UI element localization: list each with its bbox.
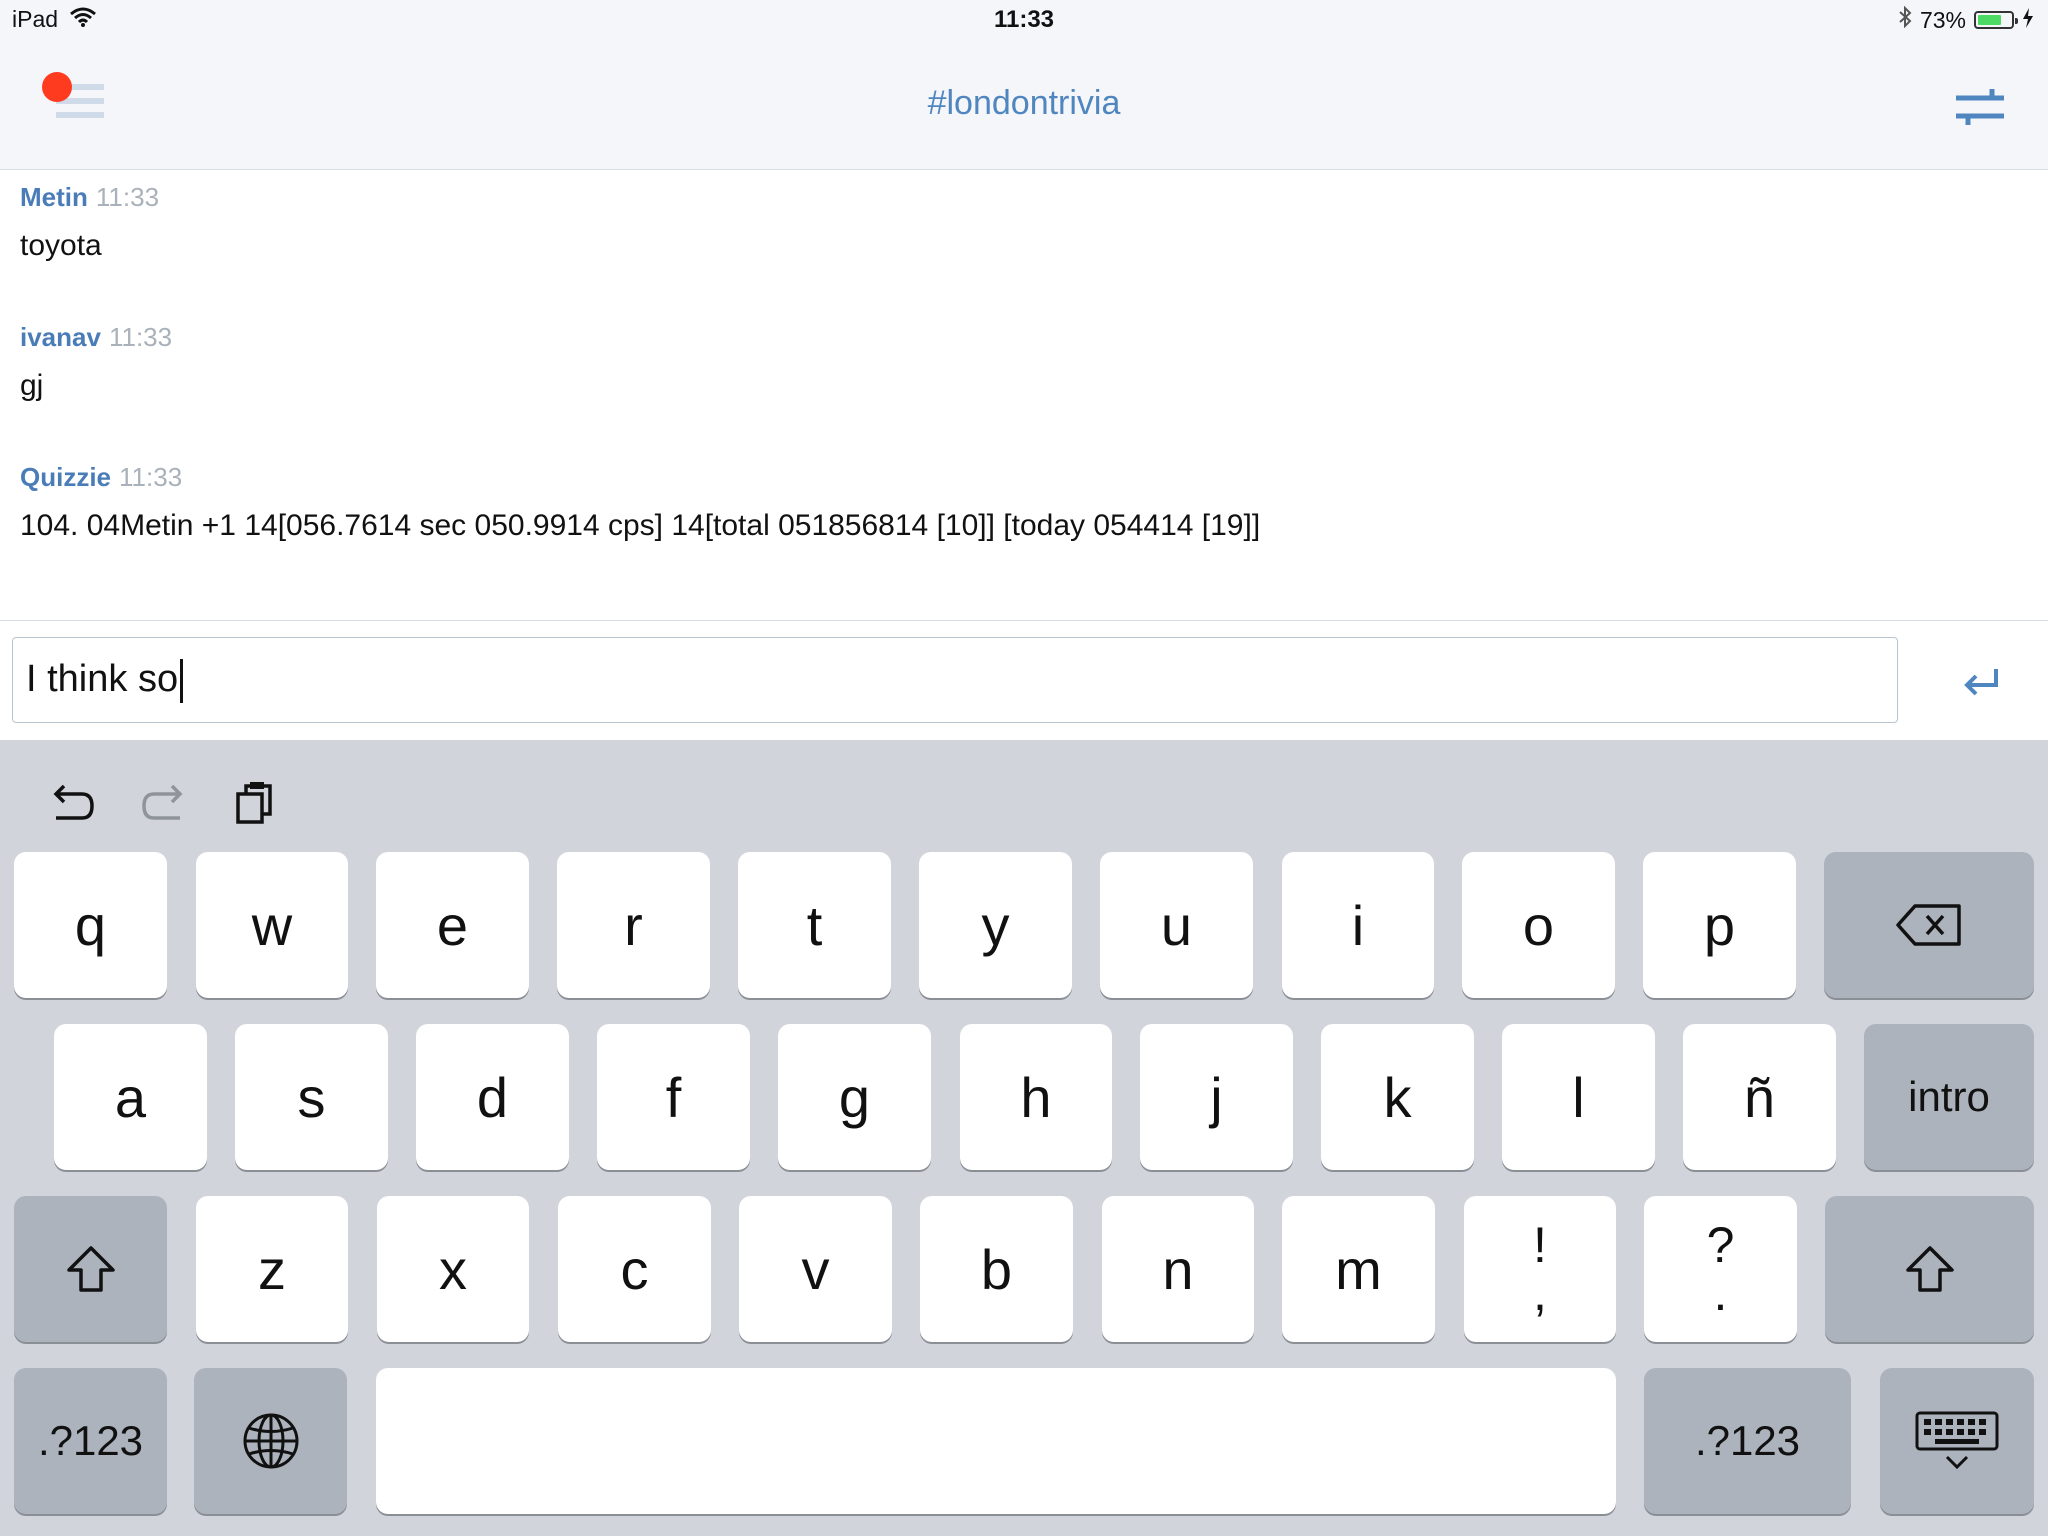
channel-settings-button[interactable] <box>1952 84 2008 130</box>
shift-icon <box>1905 1246 1954 1292</box>
input-bar: I think so <box>0 620 2048 741</box>
key-z[interactable]: z <box>196 1196 348 1342</box>
key-s[interactable]: s <box>235 1024 388 1170</box>
key-j[interactable]: j <box>1140 1024 1293 1170</box>
paste-icon <box>236 782 272 824</box>
channel-title: #londontrivia <box>927 84 1121 122</box>
numbers-key-left[interactable]: .?123 <box>14 1368 167 1514</box>
key-y[interactable]: y <box>919 852 1072 998</box>
key-v[interactable]: v <box>739 1196 892 1342</box>
message-header: ivanav 11:33 <box>20 322 172 353</box>
key-question-period[interactable]: ? . <box>1644 1196 1797 1342</box>
message-header: Metin 11:33 <box>20 182 159 213</box>
shift-key-left[interactable] <box>14 1196 167 1342</box>
message-item: ivanav 11:33 gj <box>20 322 172 403</box>
key-i[interactable]: i <box>1282 852 1434 998</box>
bluetooth-icon <box>1898 5 1912 34</box>
key-w[interactable]: w <box>196 852 348 998</box>
battery-percent: 73% <box>1919 6 1966 33</box>
keyboard-dismiss-icon <box>1915 1411 1999 1470</box>
key-x[interactable]: x <box>377 1196 529 1342</box>
key-n[interactable]: n <box>1102 1196 1254 1342</box>
key-a[interactable]: a <box>54 1024 207 1170</box>
key-n-tilde[interactable]: ñ <box>1683 1024 1836 1170</box>
message-author[interactable]: ivanav <box>20 322 101 352</box>
key-q[interactable]: q <box>14 852 167 998</box>
send-button[interactable] <box>1962 663 2002 699</box>
message-time: 11:33 <box>119 462 183 492</box>
message-input[interactable]: I think so <box>12 637 1898 723</box>
message-item: Metin 11:33 toyota <box>20 182 159 263</box>
punctuation-bottom: , <box>1533 1265 1547 1321</box>
switch-arrows-icon <box>1956 89 2004 125</box>
redo-icon <box>142 784 183 820</box>
nav-bar: #londontrivia <box>0 40 2048 170</box>
key-b[interactable]: b <box>920 1196 1073 1342</box>
message-text: toyota <box>20 229 102 262</box>
key-m[interactable]: m <box>1282 1196 1435 1342</box>
key-o[interactable]: o <box>1462 852 1615 998</box>
status-bar: iPad 11:33 73% <box>0 0 2048 40</box>
globe-icon <box>243 1413 298 1469</box>
message-item: Quizzie 11:33 104. 04Metin +1 14[056.7614… <box>20 462 1260 543</box>
message-author[interactable]: Quizzie <box>20 462 111 492</box>
punctuation-stack: ? . <box>1706 1217 1735 1321</box>
key-l[interactable]: l <box>1502 1024 1655 1170</box>
numbers-key-right[interactable]: .?123 <box>1644 1368 1851 1514</box>
key-k[interactable]: k <box>1321 1024 1474 1170</box>
backspace-key[interactable] <box>1824 852 2034 998</box>
message-input-text: I think so <box>26 658 179 700</box>
key-exclamation-comma[interactable]: ! , <box>1464 1196 1616 1342</box>
key-t[interactable]: t <box>738 852 891 998</box>
punctuation-stack: ! , <box>1533 1217 1547 1321</box>
message-list[interactable]: Metin 11:33 toyota ivanav 11:33 gj Quizzie… <box>0 170 2048 620</box>
message-time: 11:33 <box>95 182 160 212</box>
dismiss-keyboard-key[interactable] <box>1880 1368 2034 1514</box>
status-right: 73% <box>1898 5 2034 34</box>
battery-icon <box>1974 11 2018 29</box>
message-text: 104. 04Metin +1 14[056.7614 sec 050.9914… <box>20 509 1261 542</box>
key-f[interactable]: f <box>597 1024 750 1170</box>
shift-key-right[interactable] <box>1825 1196 2034 1342</box>
punctuation-bottom: . <box>1713 1265 1728 1321</box>
battery-tip <box>2015 18 2018 24</box>
message-time: 11:33 <box>108 322 173 352</box>
undo-button[interactable] <box>46 778 98 830</box>
return-arrow-icon <box>1964 669 1998 696</box>
key-r[interactable]: r <box>557 852 710 998</box>
key-d[interactable]: d <box>416 1024 569 1170</box>
paste-button[interactable] <box>230 778 282 830</box>
key-c[interactable]: c <box>558 1196 711 1342</box>
shift-icon <box>66 1246 115 1292</box>
key-e[interactable]: e <box>376 852 529 998</box>
key-p[interactable]: p <box>1643 852 1796 998</box>
undo-icon <box>53 784 94 820</box>
charging-icon <box>2022 7 2034 34</box>
globe-key[interactable] <box>194 1368 347 1514</box>
return-key[interactable]: intro <box>1864 1024 2034 1170</box>
punctuation-top: ! <box>1533 1217 1547 1273</box>
key-u[interactable]: u <box>1100 852 1253 998</box>
redo-button[interactable] <box>138 778 190 830</box>
space-bar[interactable] <box>376 1368 1616 1514</box>
message-text: gj <box>20 369 44 402</box>
text-caret <box>180 658 184 703</box>
status-clock: 11:33 <box>993 6 1055 33</box>
key-g[interactable]: g <box>778 1024 931 1170</box>
battery-fill <box>1978 15 2002 25</box>
backspace-icon <box>1896 904 1961 946</box>
punctuation-top: ? <box>1706 1217 1735 1273</box>
message-author[interactable]: Metin <box>20 182 88 212</box>
key-h[interactable]: h <box>960 1024 1112 1170</box>
message-header: Quizzie 11:33 <box>20 462 1260 493</box>
keyboard: q w e r t y u i o p a s d f g h j k l ñ … <box>0 740 2048 1536</box>
